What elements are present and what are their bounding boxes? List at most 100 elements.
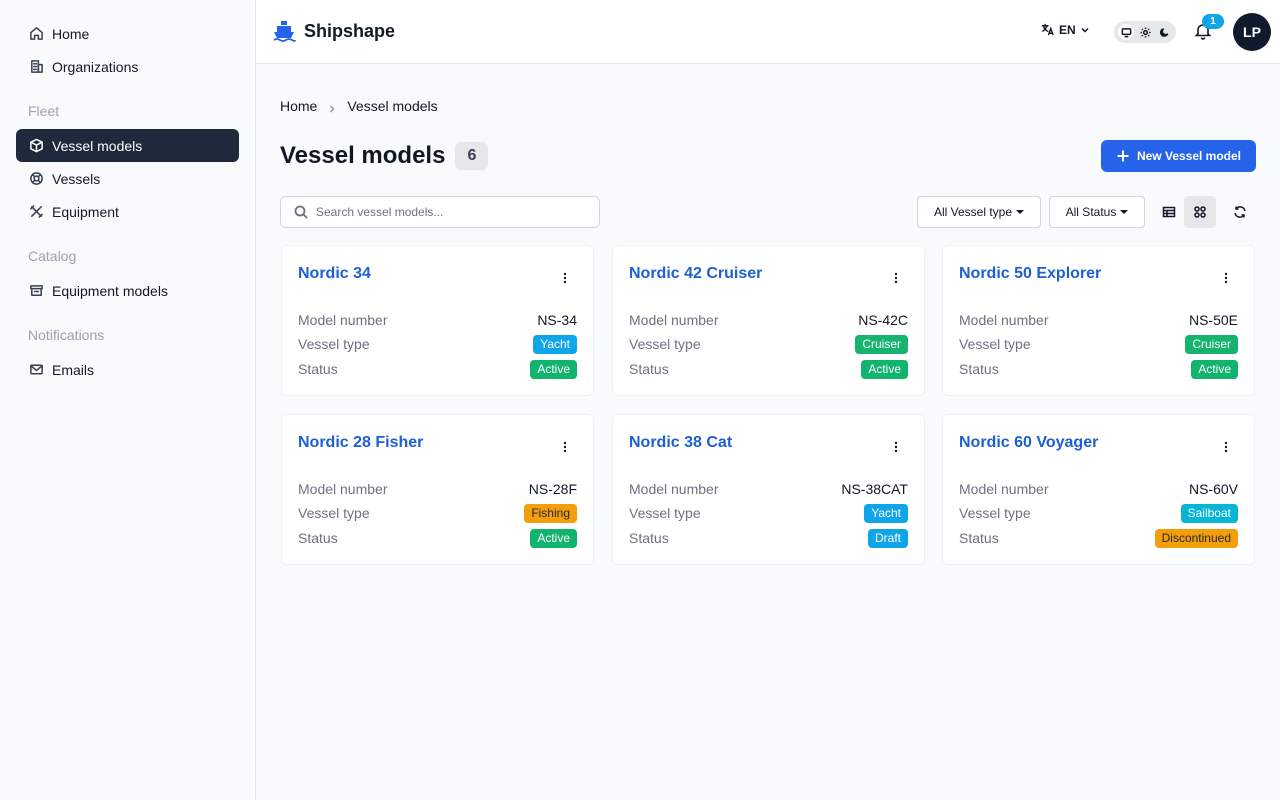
model-number-value: NS-34	[537, 312, 577, 328]
plus-icon	[1117, 150, 1129, 162]
breadcrumb-home[interactable]: Home	[280, 98, 317, 114]
vessel-type-filter[interactable]: All Vessel type	[917, 196, 1041, 228]
monitor-icon[interactable]	[1118, 24, 1134, 40]
vessel-type-badge: Cruiser	[855, 334, 908, 354]
vessel-type-row: Vessel type Sailboat	[959, 502, 1238, 524]
sidebar-item-label: Home	[52, 25, 90, 42]
status-label: Status	[298, 361, 338, 377]
sidebar-item-home[interactable]: Home	[16, 17, 239, 50]
more-vertical-icon[interactable]	[1218, 270, 1234, 286]
new-vessel-model-label: New Vessel model	[1136, 149, 1242, 163]
title-row: Vessel models 6	[280, 142, 489, 170]
vessel-type-badge: Fishing	[524, 503, 577, 523]
status-label: Status	[629, 361, 669, 377]
grid-view-button[interactable]	[1184, 196, 1216, 228]
sidebar-item-emails[interactable]: Emails	[16, 353, 239, 386]
vessel-model-card[interactable]: Nordic 50 Explorer Model number NS-50E Vess…	[942, 245, 1255, 396]
status-filter-label: All Status	[1065, 205, 1117, 219]
status-label: Status	[629, 530, 669, 546]
more-vertical-icon[interactable]	[1218, 439, 1234, 455]
refresh-button[interactable]	[1224, 196, 1256, 228]
card-title[interactable]: Nordic 42 Cruiser	[629, 265, 762, 283]
status-filter[interactable]: All Status	[1049, 196, 1145, 228]
app-name: Shipshape	[304, 20, 396, 41]
user-avatar[interactable]: LP	[1233, 13, 1271, 51]
more-vertical-icon[interactable]	[888, 439, 904, 455]
sidebar-item-vessels[interactable]: Vessels	[16, 162, 239, 195]
table-view-button[interactable]	[1153, 196, 1185, 228]
card-title[interactable]: Nordic 50 Explorer	[959, 265, 1101, 283]
more-vertical-icon[interactable]	[557, 439, 573, 455]
lifebuoy-icon	[28, 171, 44, 187]
model-number-row: Model number NS-42C	[629, 309, 908, 331]
language-selector[interactable]: EN	[1040, 22, 1090, 37]
vessel-type-badge: Cruiser	[1185, 334, 1238, 354]
status-label: Status	[959, 361, 999, 377]
brand[interactable]: Shipshape	[272, 16, 395, 46]
caret-down-icon	[1120, 210, 1129, 214]
status-label: Status	[959, 530, 999, 546]
vessel-model-card[interactable]: Nordic 28 Fisher Model number NS-28F Vessel…	[281, 414, 594, 565]
card-title[interactable]: Nordic 38 Cat	[629, 434, 732, 452]
status-badge: Active	[530, 528, 577, 548]
vessel-model-card[interactable]: Nordic 34 Model number NS-34 Vessel type Yac…	[281, 245, 594, 396]
status-row: Status Active	[298, 358, 577, 380]
card-title[interactable]: Nordic 28 Fisher	[298, 434, 423, 452]
sidebar-item-label: Equipment	[52, 203, 119, 220]
sidebar-item-organizations[interactable]: Organizations	[16, 50, 239, 83]
tools-icon	[28, 204, 44, 220]
vessel-type-label: Vessel type	[298, 505, 370, 521]
vessel-type-row: Vessel type Yacht	[298, 333, 577, 355]
vessel-type-label: Vessel type	[629, 336, 701, 352]
refresh-icon	[1234, 206, 1246, 218]
breadcrumb-current: Vessel models	[347, 98, 438, 114]
status-row: Status Active	[298, 527, 577, 549]
vessel-type-label: Vessel type	[298, 336, 370, 352]
breadcrumb: Home Vessel models	[280, 98, 438, 114]
vessel-type-label: Vessel type	[959, 336, 1031, 352]
model-number-label: Model number	[629, 312, 719, 328]
status-badge: Active	[861, 359, 908, 379]
vessel-model-card[interactable]: Nordic 42 Cruiser Model number NS-42C Vesse…	[612, 245, 925, 396]
vessel-type-row: Vessel type Cruiser	[629, 333, 908, 355]
new-vessel-model-button[interactable]: New Vessel model	[1101, 140, 1256, 172]
model-number-row: Model number NS-34	[298, 309, 577, 331]
status-row: Status Draft	[629, 527, 908, 549]
notification-count-badge: 1	[1202, 14, 1224, 29]
sun-icon[interactable]	[1137, 24, 1153, 40]
cube-icon	[28, 138, 44, 154]
vessel-model-card[interactable]: Nordic 60 Voyager Model number NS-60V Vesse…	[942, 414, 1255, 565]
sidebar-item-equipment[interactable]: Equipment	[16, 195, 239, 228]
model-number-label: Model number	[959, 481, 1049, 497]
more-vertical-icon[interactable]	[557, 270, 573, 286]
chevron-right-icon	[327, 101, 337, 113]
status-label: Status	[298, 530, 338, 546]
model-number-value: NS-50E	[1188, 312, 1238, 328]
status-row: Status Active	[959, 358, 1238, 380]
page-title: Vessel models	[280, 142, 446, 169]
model-number-row: Model number NS-50E	[959, 309, 1238, 331]
vessel-type-badge: Yacht	[864, 503, 908, 523]
model-number-label: Model number	[298, 481, 388, 497]
card-title[interactable]: Nordic 60 Voyager	[959, 434, 1098, 452]
building-icon	[28, 59, 44, 75]
sidebar-item-equipment-models[interactable]: Equipment models	[16, 274, 239, 307]
vessel-type-filter-label: All Vessel type	[933, 205, 1013, 219]
vessel-model-card[interactable]: Nordic 38 Cat Model number NS-38CAT Vessel …	[612, 414, 925, 565]
more-vertical-icon[interactable]	[888, 270, 904, 286]
theme-toggle[interactable]	[1114, 21, 1176, 43]
sidebar-item-vessel-models[interactable]: Vessel models	[16, 129, 239, 162]
mail-icon	[28, 362, 44, 378]
moon-icon[interactable]	[1156, 24, 1172, 40]
model-number-label: Model number	[959, 312, 1049, 328]
sidebar-item-label: Emails	[52, 361, 95, 378]
search-input[interactable]	[316, 205, 586, 219]
grid-icon	[1194, 206, 1206, 218]
top-bar: Shipshape EN 1 LP	[256, 0, 1280, 64]
model-number-value: NS-38CAT	[841, 481, 908, 497]
language-code: EN	[1059, 22, 1076, 37]
card-title[interactable]: Nordic 34	[298, 265, 371, 283]
sidebar-item-label: Equipment models	[52, 282, 168, 299]
model-number-row: Model number NS-38CAT	[629, 478, 908, 500]
status-row: Status Discontinued	[959, 527, 1238, 549]
